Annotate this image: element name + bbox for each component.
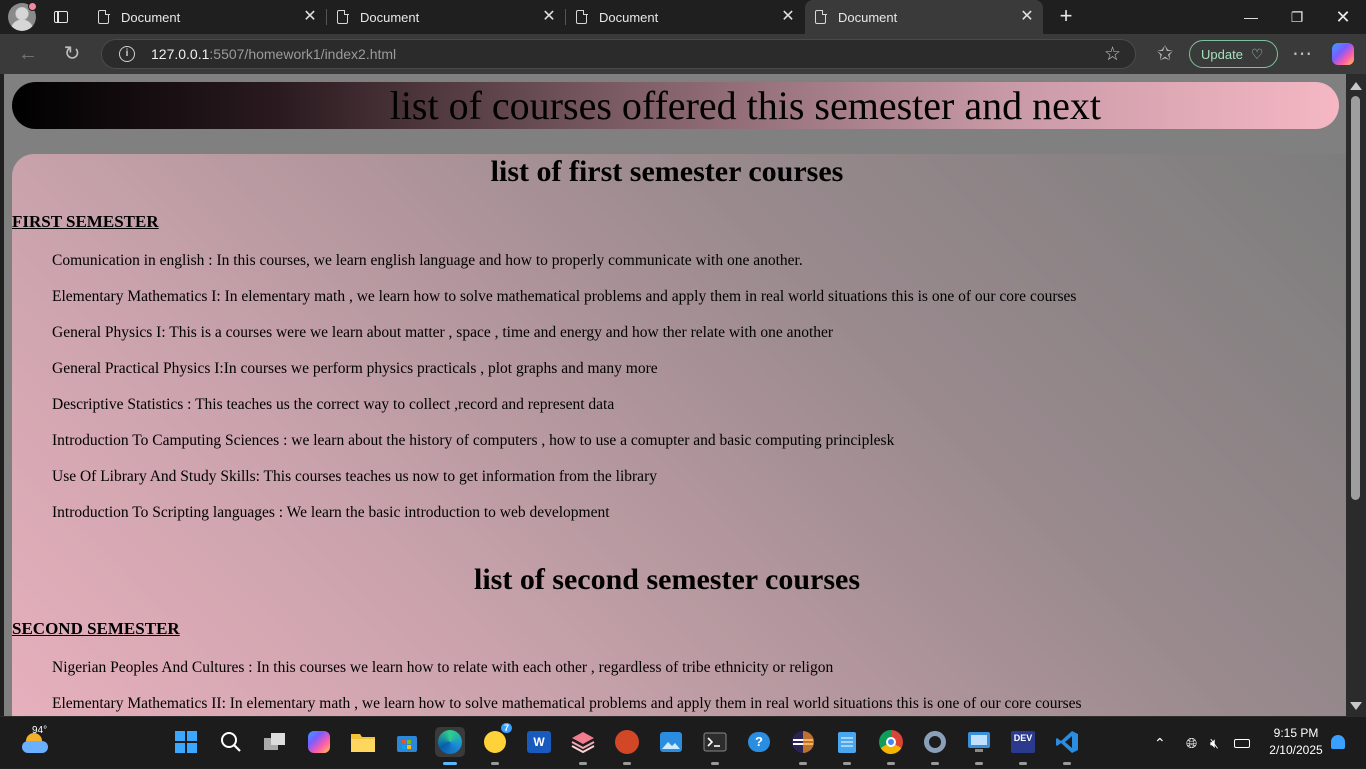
- file-explorer-icon[interactable]: [348, 727, 378, 757]
- browser-toolbar: ← ↻ i 127.0.0.1:5507/homework1/index2.ht…: [0, 34, 1366, 74]
- cloud-icon: [22, 741, 48, 753]
- favorite-star-icon[interactable]: ☆: [1104, 43, 1121, 66]
- chat-app-icon[interactable]: 7: [480, 723, 512, 765]
- dev-app-icon[interactable]: DEV: [1008, 727, 1038, 765]
- weather-widget[interactable]: 94°: [20, 725, 50, 757]
- notifications-bell-icon[interactable]: [1331, 735, 1345, 749]
- list-item: Elementary Mathematics II: In elementary…: [52, 695, 1082, 712]
- get-help-icon[interactable]: ?: [744, 727, 774, 757]
- scrollbar-thumb[interactable]: [1351, 96, 1360, 500]
- list-item: General Physics I: This is a courses wer…: [52, 324, 834, 341]
- tab-title: Document: [360, 9, 420, 25]
- settings-gear-icon[interactable]: [920, 727, 950, 765]
- first-semester-label: FIRST SEMESTER: [12, 212, 159, 231]
- clock-date: 2/10/2025: [1269, 743, 1323, 757]
- restore-button[interactable]: ❐: [1274, 0, 1320, 34]
- document-icon: [576, 9, 588, 24]
- clock-time: 9:15 PM: [1273, 726, 1319, 740]
- taskbar: 94° 7 W ? DEV ⌃ 🌐︎ 🔇︎ 9:15 PM 2/10/2025: [0, 716, 1366, 768]
- profile-avatar-icon[interactable]: [8, 2, 37, 31]
- document-icon: [337, 9, 349, 24]
- list-item: Comunication in english : In this course…: [52, 252, 803, 269]
- document-icon: [98, 9, 110, 24]
- copilot-icon[interactable]: [1332, 43, 1354, 65]
- copilot-taskbar-icon[interactable]: [304, 727, 334, 757]
- close-tab-icon[interactable]: ✕: [1019, 9, 1035, 25]
- page-scrollbar[interactable]: [1346, 74, 1366, 716]
- second-semester-label: SECOND SEMESTER: [12, 619, 180, 638]
- powerpoint-icon[interactable]: [612, 727, 642, 765]
- close-window-button[interactable]: ✕: [1320, 0, 1366, 34]
- tab-title: Document: [599, 9, 659, 25]
- close-tab-icon[interactable]: ✕: [541, 9, 557, 25]
- list-item: Introduction To Camputing Sciences : we …: [52, 432, 895, 449]
- tab-document-1[interactable]: Document ✕: [88, 0, 326, 34]
- word-icon[interactable]: W: [524, 727, 554, 757]
- close-tab-icon[interactable]: ✕: [780, 9, 796, 25]
- list-item: Nigerian Peoples And Cultures : In this …: [52, 659, 834, 676]
- tab-document-3[interactable]: Document ✕: [566, 0, 804, 34]
- photos-icon[interactable]: [656, 727, 686, 757]
- vscode-icon[interactable]: [1052, 727, 1082, 765]
- heartbeat-icon: ♡: [1250, 45, 1264, 62]
- address-bar[interactable]: i 127.0.0.1:5507/homework1/index2.html ☆: [101, 39, 1136, 69]
- eclipse-icon[interactable]: [788, 727, 818, 765]
- scroll-up-arrow-icon[interactable]: [1350, 82, 1362, 90]
- document-icon: [815, 9, 827, 24]
- site-info-icon[interactable]: i: [119, 46, 135, 62]
- remote-desktop-icon[interactable]: [964, 727, 994, 765]
- new-tab-button[interactable]: +: [1053, 4, 1079, 30]
- scroll-down-arrow-icon[interactable]: [1350, 702, 1362, 710]
- network-globe-icon[interactable]: 🌐︎: [1186, 717, 1197, 769]
- list-item: Use Of Library And Study Skills: This co…: [52, 468, 657, 485]
- weather-temp: 94°: [32, 725, 48, 736]
- second-semester-heading: list of second semester courses: [473, 563, 861, 596]
- microsoft-store-icon[interactable]: [392, 727, 422, 757]
- list-item: Elementary Mathematics I: In elementary …: [52, 288, 1077, 305]
- volume-muted-icon[interactable]: 🔇︎: [1210, 717, 1219, 769]
- tab-document-4-active[interactable]: Document ✕: [805, 0, 1043, 34]
- task-view-icon[interactable]: [260, 727, 290, 757]
- terminal-icon[interactable]: [700, 727, 730, 765]
- page-banner: list of courses offered this semester an…: [12, 82, 1339, 129]
- favorites-icon[interactable]: ✩: [1153, 42, 1177, 66]
- first-semester-heading: list of first semester courses: [490, 155, 844, 188]
- minimize-button[interactable]: —: [1228, 0, 1274, 34]
- battery-icon[interactable]: [1234, 717, 1250, 769]
- url-text[interactable]: 127.0.0.1:5507/homework1/index2.html: [151, 46, 396, 62]
- notification-badge: 7: [500, 723, 512, 733]
- search-icon[interactable]: [216, 727, 246, 757]
- tab-actions-icon[interactable]: [46, 2, 76, 32]
- list-item: Introduction To Scripting languages : We…: [52, 504, 610, 521]
- tab-title: Document: [838, 9, 898, 25]
- layers-app-icon[interactable]: [568, 727, 598, 765]
- more-menu-icon[interactable]: ⋯: [1290, 42, 1314, 66]
- list-item: General Practical Physics I:In courses w…: [52, 360, 658, 377]
- system-clock[interactable]: 9:15 PM 2/10/2025: [1264, 725, 1328, 759]
- close-tab-icon[interactable]: ✕: [302, 9, 318, 25]
- windows-start-icon[interactable]: [171, 727, 201, 757]
- show-hidden-icons-chevron-icon[interactable]: ⌃: [1154, 717, 1166, 769]
- edge-browser-icon[interactable]: [435, 727, 465, 765]
- tab-document-2[interactable]: Document ✕: [327, 0, 565, 34]
- tab-title: Document: [121, 9, 181, 25]
- chrome-icon[interactable]: [876, 727, 906, 765]
- notepad-icon[interactable]: [832, 727, 862, 765]
- refresh-icon[interactable]: ↻: [60, 42, 84, 66]
- update-button[interactable]: Update ♡: [1189, 40, 1278, 68]
- webpage-viewport: list of courses offered this semester an…: [4, 74, 1346, 716]
- back-arrow-icon[interactable]: ←: [16, 42, 40, 66]
- list-item: Descriptive Statistics : This teaches us…: [52, 396, 615, 413]
